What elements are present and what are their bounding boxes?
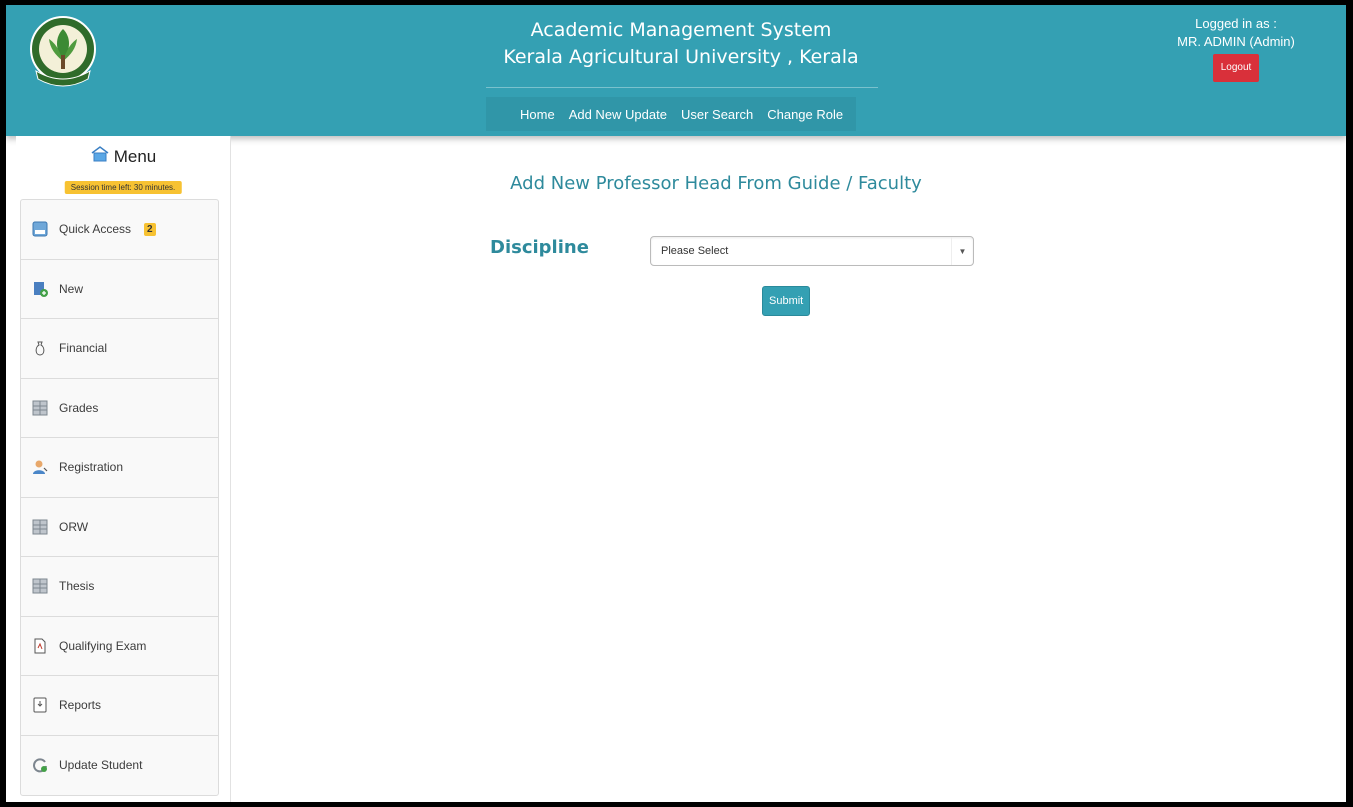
sidebar-item-registration[interactable]: Registration	[21, 438, 218, 498]
sidebar-item-label: New	[59, 281, 84, 296]
person-icon	[31, 458, 49, 476]
top-navigation: Home Add New Update User Search Change R…	[486, 97, 856, 131]
page-title: Add New Professor Head From Guide / Facu…	[510, 173, 922, 194]
session-timer-badge: Session time left: 30 minutes.	[64, 181, 182, 194]
sidebar-item-label: Quick Access	[59, 222, 132, 237]
grid-table-icon	[31, 399, 49, 417]
discipline-select[interactable]: Please Select ▼	[650, 236, 974, 266]
quick-access-icon	[31, 220, 49, 238]
sidebar-item-financial[interactable]: Financial	[21, 319, 218, 379]
sidebar-item-qualifying-exam[interactable]: Qualifying Exam	[21, 617, 218, 676]
refresh-icon	[31, 756, 49, 774]
quick-access-count-badge: 2	[144, 222, 156, 236]
header-bar: Academic Management System Kerala Agricu…	[6, 5, 1346, 136]
nav-home[interactable]: Home	[520, 107, 555, 122]
sidebar-item-label: Registration	[59, 460, 124, 475]
sidebar-item-label: ORW	[59, 519, 89, 534]
logged-in-label: Logged in as :	[1195, 16, 1277, 31]
nav-add-new-update[interactable]: Add New Update	[569, 107, 667, 122]
user-name: MR. ADMIN (Admin)	[1177, 34, 1295, 49]
sidebar-item-grades[interactable]: Grades	[21, 379, 218, 438]
sidebar-item-label: Thesis	[59, 579, 95, 594]
university-logo	[28, 15, 98, 91]
user-info: Logged in as : MR. ADMIN (Admin) Logout	[1166, 15, 1306, 82]
app-title: Academic Management System Kerala Agricu…	[486, 17, 876, 71]
menu-header: Menu	[16, 146, 231, 167]
sidebar-menu: Quick Access 2 New Financial Grades Regi…	[20, 199, 219, 796]
sidebar-item-orw[interactable]: ORW	[21, 498, 218, 557]
nav-change-role[interactable]: Change Role	[767, 107, 843, 122]
title-line-1: Academic Management System	[530, 19, 832, 41]
discipline-select-value: Please Select	[661, 245, 729, 257]
chevron-down-icon: ▼	[951, 237, 973, 265]
title-divider	[486, 87, 878, 88]
sidebar-item-update-student[interactable]: Update Student	[21, 736, 218, 796]
money-bag-icon	[31, 339, 49, 357]
sidebar: Menu Session time left: 30 minutes. Quic…	[16, 136, 231, 802]
sidebar-item-label: Reports	[59, 698, 102, 713]
title-line-2: Kerala Agricultural University , Kerala	[503, 46, 859, 68]
sidebar-item-label: Grades	[59, 400, 99, 415]
grid-table-icon	[31, 518, 49, 536]
sidebar-item-reports[interactable]: Reports	[21, 676, 218, 736]
menu-title: Menu	[113, 146, 157, 166]
grid-table-icon	[31, 577, 49, 595]
pdf-icon	[31, 637, 49, 655]
logout-button[interactable]: Logout	[1212, 54, 1260, 82]
home-icon	[91, 146, 109, 167]
report-icon	[31, 696, 49, 714]
app-frame: Academic Management System Kerala Agricu…	[6, 5, 1346, 802]
nav-user-search[interactable]: User Search	[681, 107, 753, 122]
submit-button[interactable]: Submit	[762, 286, 811, 316]
discipline-label: Discipline	[490, 237, 589, 258]
new-document-icon	[31, 280, 49, 298]
sidebar-item-label: Update Student	[59, 758, 143, 773]
sidebar-item-label: Qualifying Exam	[59, 638, 147, 653]
sidebar-item-thesis[interactable]: Thesis	[21, 557, 218, 617]
sidebar-item-new[interactable]: New	[21, 260, 218, 319]
sidebar-item-label: Financial	[59, 341, 108, 356]
sidebar-item-quick-access[interactable]: Quick Access 2	[21, 200, 218, 260]
